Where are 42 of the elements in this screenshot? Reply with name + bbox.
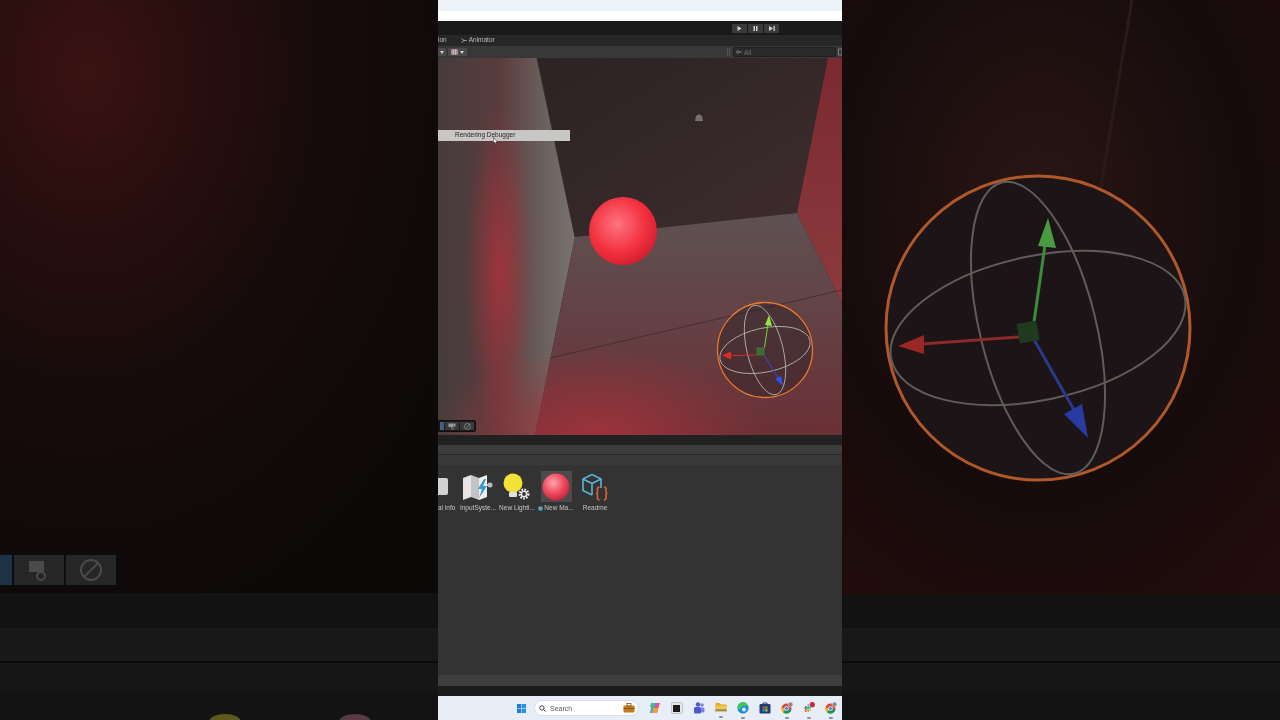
search-icon xyxy=(539,704,546,712)
play-icon xyxy=(737,25,742,31)
glowing-sphere xyxy=(589,197,657,265)
overlay-button[interactable] xyxy=(445,422,459,430)
shopping-bag-icon[interactable] xyxy=(759,702,771,714)
play-button[interactable] xyxy=(732,23,747,33)
dropdown-button[interactable] xyxy=(438,48,446,56)
lightbulb-gear-icon xyxy=(502,472,532,501)
x-axis-arrow[interactable] xyxy=(722,351,757,360)
caret-icon xyxy=(440,50,444,54)
compass-icon xyxy=(463,422,471,430)
colorful-hash-icon[interactable] xyxy=(803,702,815,714)
file-icon xyxy=(438,478,448,495)
frame-icon[interactable] xyxy=(838,48,842,56)
z-axis-arrow[interactable] xyxy=(764,355,783,386)
overlay-button[interactable] xyxy=(460,422,474,430)
folder-icon[interactable] xyxy=(715,702,727,713)
cube-braces-icon xyxy=(581,472,609,501)
y-axis-arrow[interactable] xyxy=(764,315,772,348)
caret-icon xyxy=(460,50,464,54)
colorful-swirl-icon[interactable] xyxy=(649,702,661,714)
map-lightning-icon xyxy=(463,473,493,500)
branch-icon xyxy=(460,38,467,43)
step-button[interactable] xyxy=(764,23,779,33)
mouse-cursor-icon xyxy=(493,137,498,145)
pause-icon xyxy=(753,25,758,31)
grid-icon xyxy=(451,49,458,55)
sphere-icon xyxy=(538,505,544,511)
swirl-globe-icon[interactable] xyxy=(737,702,749,714)
camera-icon xyxy=(448,422,456,430)
dome-icon xyxy=(695,114,703,121)
round-logo-avatar-icon[interactable] xyxy=(781,702,793,714)
plane-handle[interactable] xyxy=(756,347,765,356)
app-window-icon[interactable] xyxy=(671,702,683,714)
briefcase-icon xyxy=(623,703,635,713)
start-menu-icon[interactable] xyxy=(517,702,526,714)
search-icon xyxy=(736,50,742,54)
gizmo-dropdown-button[interactable] xyxy=(448,48,467,56)
round-logo-avatar-icon[interactable] xyxy=(825,702,837,714)
step-forward-icon xyxy=(768,25,775,31)
pause-button[interactable] xyxy=(748,23,763,33)
people-icon[interactable] xyxy=(693,702,705,714)
